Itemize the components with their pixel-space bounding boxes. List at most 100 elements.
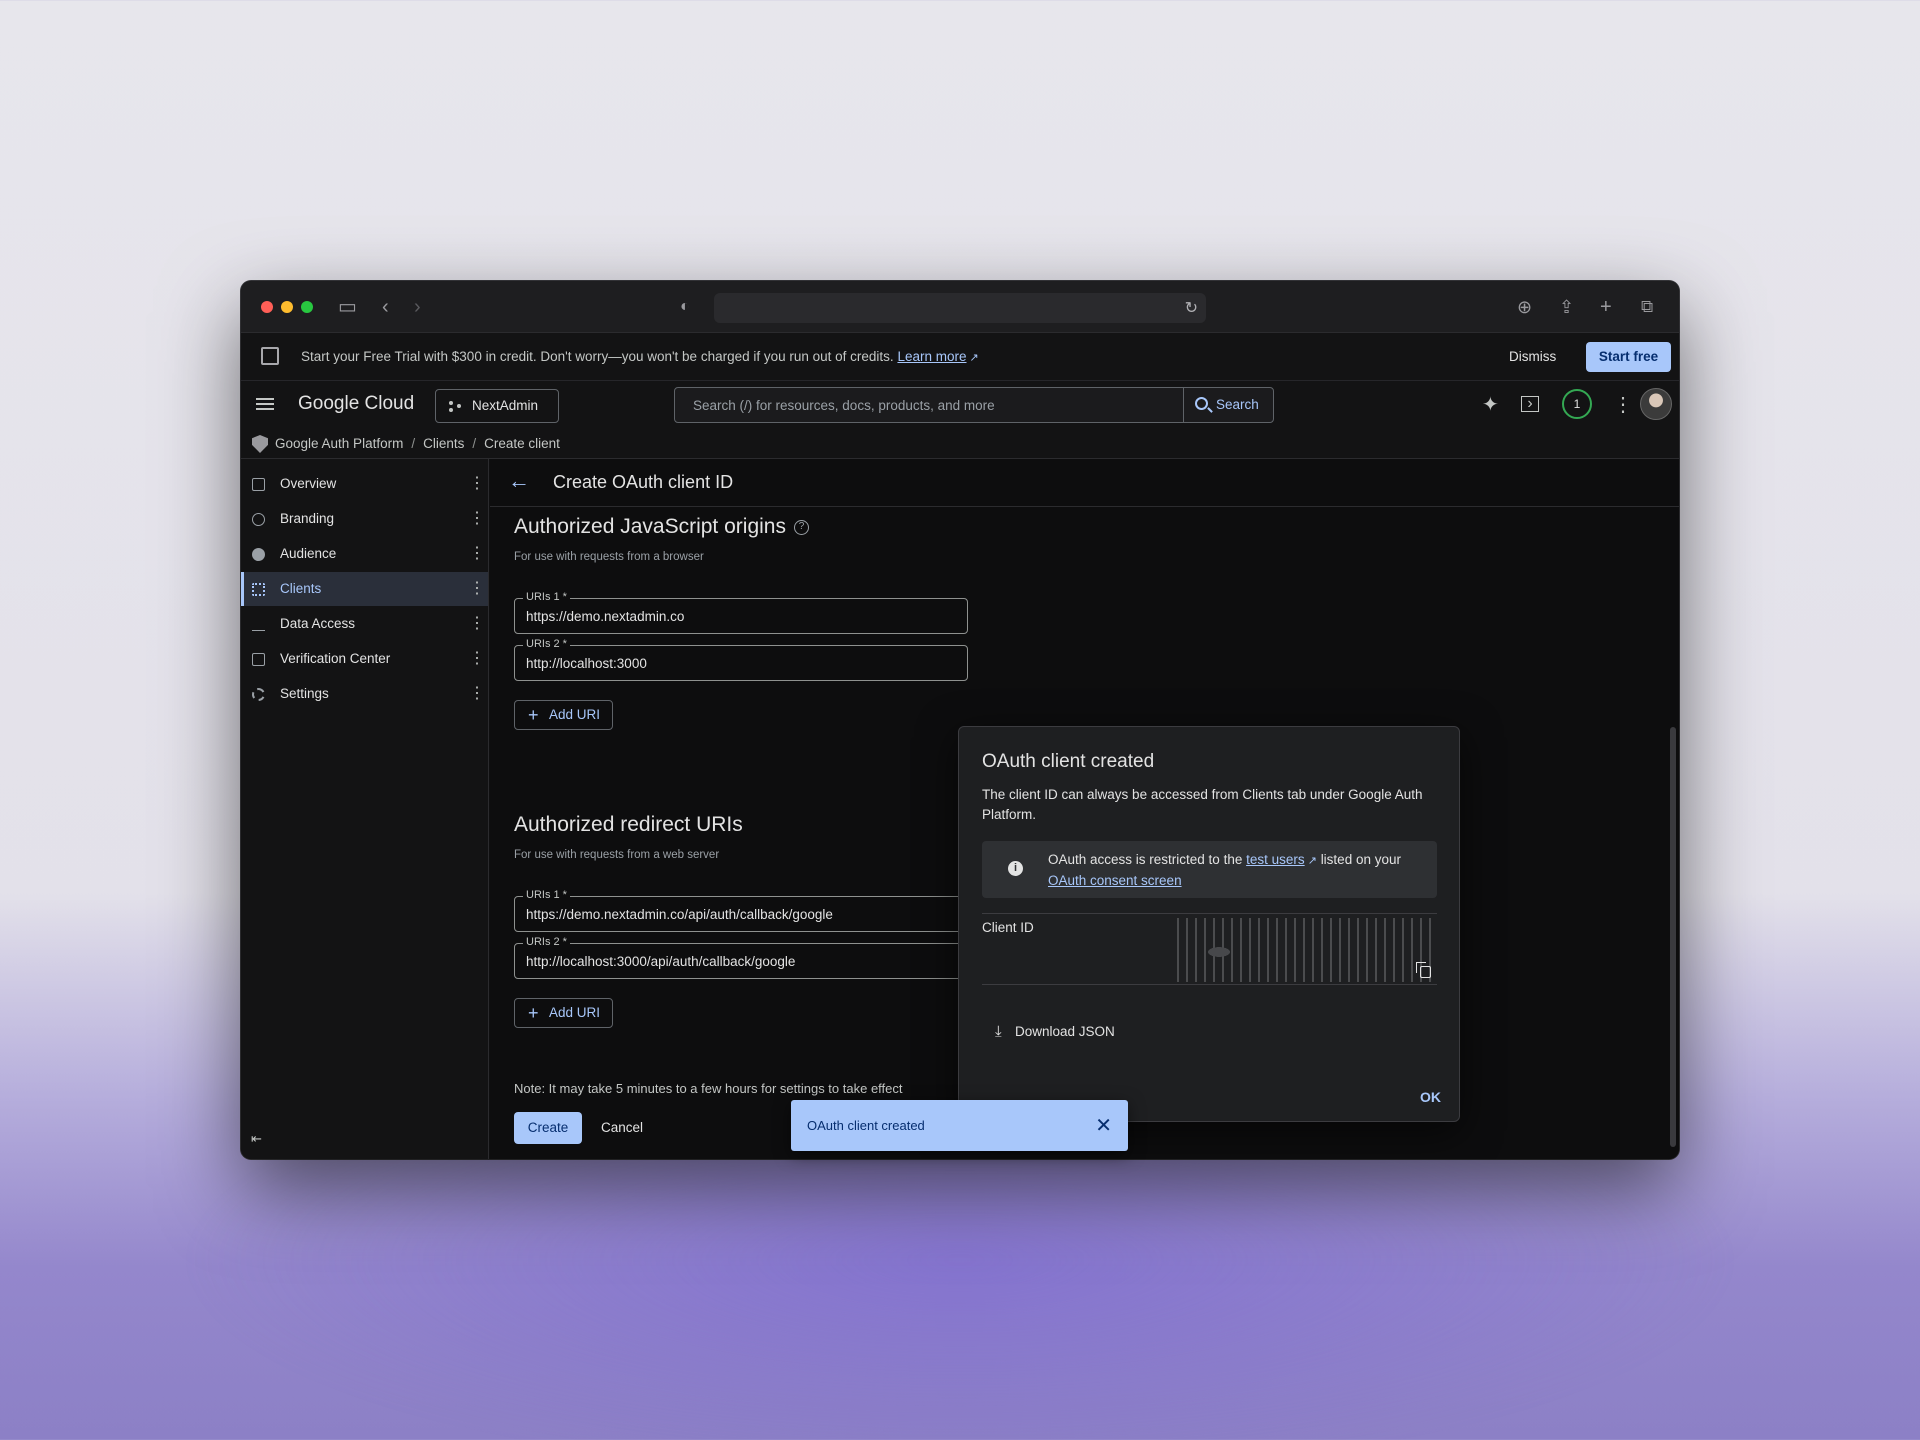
field-value: https://demo.nextadmin.co xyxy=(526,609,685,624)
more-vert-icon[interactable]: ⋮ xyxy=(469,502,485,536)
sidebar-item-verification-center[interactable]: Verification Center ⋮ xyxy=(241,642,488,676)
redirect-uris-subtitle: For use with requests from a web server xyxy=(514,849,720,861)
avatar[interactable] xyxy=(1640,388,1672,420)
learn-more-link[interactable]: Learn more xyxy=(897,349,966,364)
downloads-icon[interactable]: ⊕ xyxy=(1517,295,1532,319)
sidebar-item-label: Data Access xyxy=(280,616,356,631)
checklist-icon xyxy=(252,653,265,666)
client-id-label: Client ID xyxy=(982,920,1034,935)
page-header: ← Create OAuth client ID xyxy=(490,459,1679,507)
create-button[interactable]: Create xyxy=(514,1112,582,1144)
external-link-icon: ↗ xyxy=(1304,855,1317,867)
breadcrumb-clients[interactable]: Clients xyxy=(423,436,464,451)
more-vert-icon[interactable]: ⋮ xyxy=(469,607,485,641)
close-icon[interactable]: ✕ xyxy=(1095,1113,1112,1138)
main-content: ← Create OAuth client ID Authorized Java… xyxy=(490,459,1679,1159)
field-label: URIs 1 * xyxy=(523,889,570,901)
field-value: http://localhost:3000/api/auth/callback/… xyxy=(526,954,796,969)
dialog-title: OAuth client created xyxy=(982,751,1155,772)
cloud-shell-icon[interactable]: › xyxy=(1521,396,1539,412)
sidebar-item-audience[interactable]: Audience ⋮ xyxy=(241,537,488,571)
more-options-icon[interactable]: ⋮ xyxy=(1613,393,1633,417)
account-circle-icon xyxy=(252,548,265,561)
reload-icon[interactable]: ↻ xyxy=(1185,298,1198,318)
menu-icon[interactable] xyxy=(256,395,274,413)
download-icon: ⤓ xyxy=(995,1023,1002,1040)
field-label: URIs 2 * xyxy=(523,638,570,650)
notifications-badge[interactable]: 1 xyxy=(1562,389,1592,419)
add-uri-label: Add URI xyxy=(549,707,601,722)
redirect-uri-1-field[interactable]: URIs 1 * https://demo.nextadmin.co/api/a… xyxy=(514,889,968,932)
redirect-uri-2-field[interactable]: URIs 2 * http://localhost:3000/api/auth/… xyxy=(514,936,968,979)
sidebar-item-settings[interactable]: Settings ⋮ xyxy=(241,677,488,711)
copy-icon[interactable] xyxy=(1416,962,1431,978)
grid-icon xyxy=(252,583,265,596)
back-arrow-icon[interactable]: ← xyxy=(508,468,530,494)
start-free-button[interactable]: Start free xyxy=(1586,342,1671,372)
sidebar-item-label: Clients xyxy=(280,581,322,596)
snackbar-message: OAuth client created xyxy=(807,1118,925,1133)
client-id-redacted xyxy=(1177,918,1432,982)
search-input[interactable]: Search (/) for resources, docs, products… xyxy=(693,398,995,413)
close-window-button[interactable] xyxy=(261,301,273,313)
gift-icon xyxy=(261,347,279,365)
scrollbar[interactable] xyxy=(1670,727,1676,1147)
sidebar-item-data-access[interactable]: Data Access ⋮ xyxy=(241,607,488,641)
minimize-window-button[interactable] xyxy=(281,301,293,313)
banner-text: Start your Free Trial with $300 in credi… xyxy=(301,349,979,364)
info-icon: i xyxy=(1008,861,1023,876)
google-cloud-logo[interactable]: Google Cloud xyxy=(298,393,414,415)
js-origin-uri-2-field[interactable]: URIs 2 * http://localhost:3000 xyxy=(514,638,968,681)
more-vert-icon[interactable]: ⋮ xyxy=(469,677,485,711)
free-trial-banner: Start your Free Trial with $300 in credi… xyxy=(241,333,1679,381)
privacy-shield-icon[interactable]: ◐ xyxy=(680,295,690,319)
address-bar[interactable]: ↻ xyxy=(714,293,1206,323)
sidebar-item-branding[interactable]: Branding ⋮ xyxy=(241,502,488,536)
dismiss-button[interactable]: Dismiss xyxy=(1509,349,1556,364)
breadcrumb-auth-platform[interactable]: Google Auth Platform xyxy=(275,436,403,451)
search-button-label: Search xyxy=(1216,397,1259,412)
gemini-sparkle-icon[interactable]: ✦ xyxy=(1482,393,1499,417)
dialog-body: The client ID can always be accessed fro… xyxy=(982,787,1423,822)
back-icon[interactable]: ‹ xyxy=(382,295,389,319)
plus-icon: + xyxy=(528,1003,539,1023)
js-origin-uri-1-field[interactable]: URIs 1 * https://demo.nextadmin.co xyxy=(514,591,968,634)
sidebar-item-overview[interactable]: Overview ⋮ xyxy=(241,467,488,501)
more-vert-icon[interactable]: ⋮ xyxy=(469,467,485,501)
breadcrumb-create-client: Create client xyxy=(484,436,560,451)
tab-overview-icon[interactable]: ⧉ xyxy=(1641,295,1653,319)
oauth-consent-screen-link[interactable]: OAuth consent screen xyxy=(1048,873,1182,888)
search-icon xyxy=(1195,397,1208,410)
info-box: i OAuth access is restricted to the test… xyxy=(982,841,1437,898)
auth-platform-shield-icon xyxy=(252,435,268,453)
js-origins-subtitle: For use with requests from a browser xyxy=(514,551,704,563)
info-text: OAuth access is restricted to the test u… xyxy=(1048,852,1401,888)
more-vert-icon[interactable]: ⋮ xyxy=(469,537,485,571)
ok-button[interactable]: OK xyxy=(1420,1089,1441,1105)
share-icon[interactable]: ⇪ xyxy=(1559,295,1574,319)
new-tab-icon[interactable]: + xyxy=(1600,295,1612,319)
help-icon[interactable]: ? xyxy=(793,519,809,535)
project-picker[interactable]: NextAdmin xyxy=(435,389,559,423)
plus-icon: + xyxy=(528,705,539,725)
add-redirect-uri-button[interactable]: + Add URI xyxy=(514,998,613,1028)
sidebar: Overview ⋮ Branding ⋮ Audience ⋮ Clients… xyxy=(241,459,489,1159)
sidebar-item-clients[interactable]: Clients ⋮ xyxy=(241,572,488,606)
search-bar[interactable]: Search (/) for resources, docs, products… xyxy=(674,387,1274,423)
test-users-link[interactable]: test users xyxy=(1246,852,1305,867)
forward-icon[interactable]: › xyxy=(414,295,421,319)
field-label: URIs 1 * xyxy=(523,591,570,603)
maximize-window-button[interactable] xyxy=(301,301,313,313)
oauth-created-dialog: OAuth client created The client ID can a… xyxy=(958,726,1460,1122)
add-js-origin-uri-button[interactable]: + Add URI xyxy=(514,700,613,730)
collapse-sidebar-icon[interactable]: ⇤ xyxy=(251,1131,262,1147)
more-vert-icon[interactable]: ⋮ xyxy=(469,572,485,606)
console-header: Google Cloud NextAdmin Search (/) for re… xyxy=(241,381,1679,429)
project-icon xyxy=(449,401,461,412)
search-button[interactable]: Search xyxy=(1183,388,1273,422)
cancel-button[interactable]: Cancel xyxy=(601,1120,643,1135)
sidebar-toggle-icon[interactable]: ▭ xyxy=(338,295,357,319)
download-json-button[interactable]: ⤓ Download JSON xyxy=(995,1023,1115,1040)
more-vert-icon[interactable]: ⋮ xyxy=(469,642,485,676)
download-json-label: Download JSON xyxy=(1015,1024,1115,1039)
